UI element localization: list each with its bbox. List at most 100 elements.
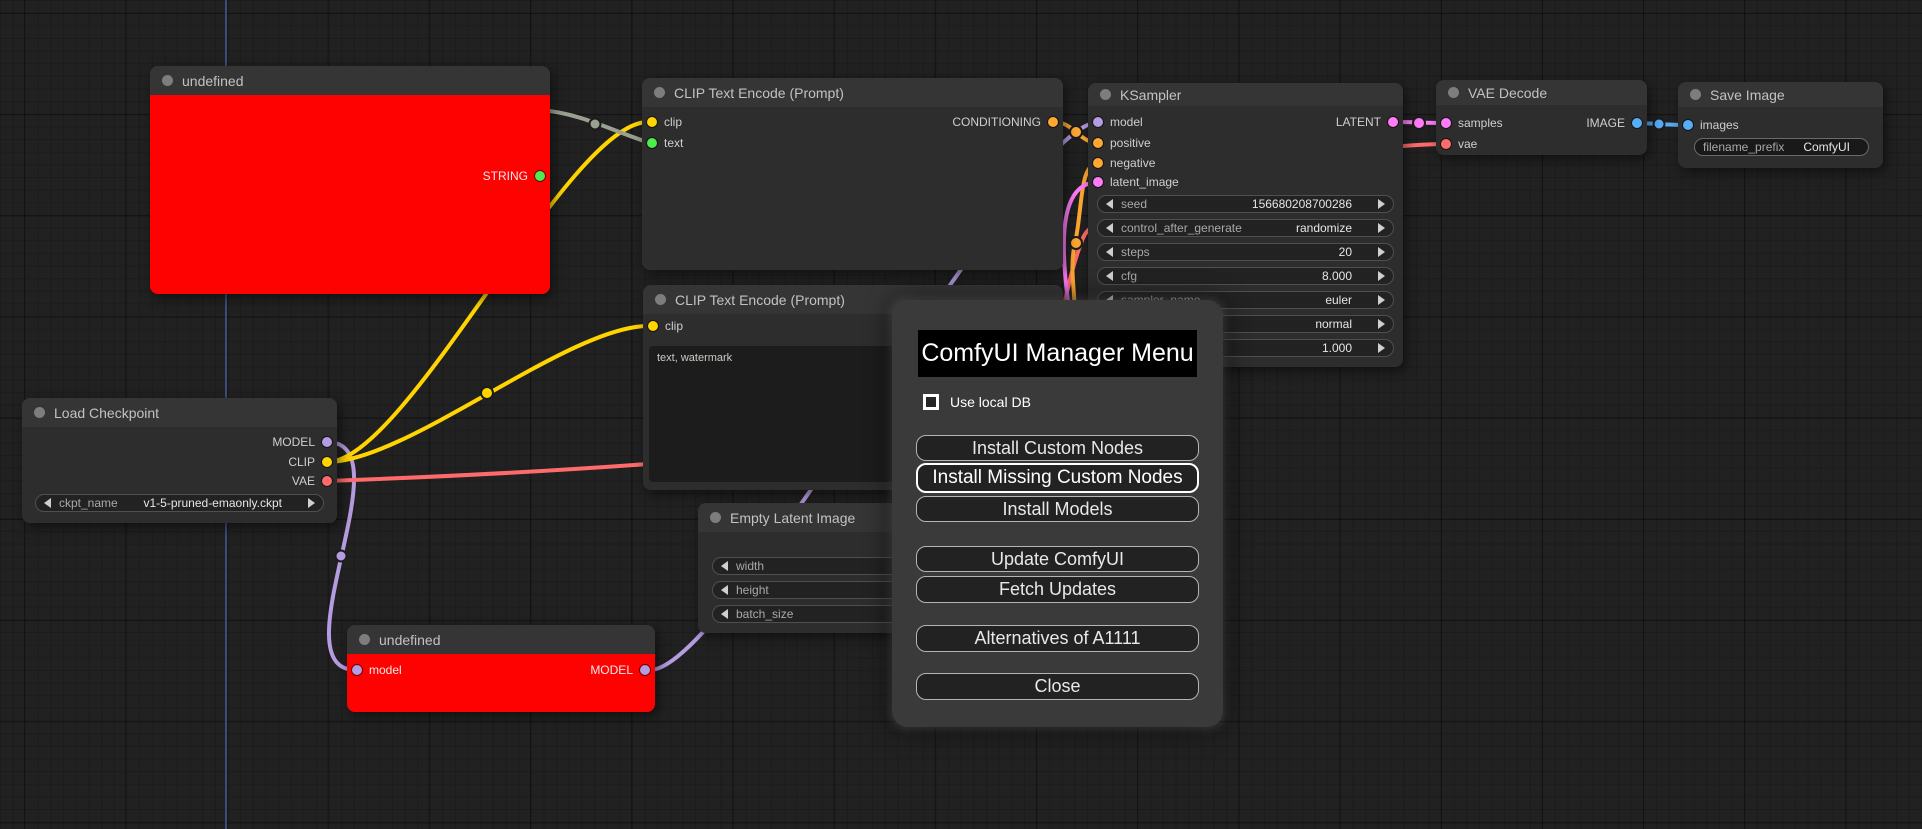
node-header[interactable]: CLIP Text Encode (Prompt) [642,78,1063,107]
collapse-dot-icon[interactable] [1690,89,1701,100]
node-load-checkpoint[interactable]: Load Checkpoint MODEL CLIP VAE ckpt_name… [22,398,337,523]
collapse-dot-icon[interactable] [1448,87,1459,98]
output-string[interactable]: STRING [483,169,545,183]
increment-arrow-icon[interactable] [1378,199,1385,209]
vae-port-icon[interactable] [1441,139,1451,149]
node-header[interactable]: KSampler [1088,83,1403,106]
conditioning-port-icon[interactable] [1093,138,1103,148]
output-model[interactable]: MODEL [590,663,650,677]
collapse-dot-icon[interactable] [1100,89,1111,100]
latent-port-icon[interactable] [1441,118,1451,128]
string-port-icon[interactable] [647,138,657,148]
node-header[interactable]: undefined [347,625,655,654]
reroute-dot-cond-positive[interactable] [1069,125,1083,139]
model-port-icon[interactable] [640,665,650,675]
seed-widget[interactable]: seed 156680208700286 [1097,195,1394,213]
collapse-dot-icon[interactable] [359,634,370,645]
fetch-updates-button[interactable]: Fetch Updates [916,576,1199,603]
cfg-widget[interactable]: cfg 8.000 [1097,267,1394,285]
string-port-icon[interactable] [535,171,545,181]
node-undefined-bottom[interactable]: undefined model MODEL [347,625,655,712]
input-model[interactable]: model [352,663,402,677]
previous-arrow-icon[interactable] [44,498,51,508]
reroute-dot-latent[interactable] [1412,116,1426,130]
collapse-dot-icon[interactable] [655,294,666,305]
reroute-dot-cond-negative[interactable] [1069,236,1083,250]
node-title: CLIP Text Encode (Prompt) [675,291,845,308]
install-missing-custom-nodes-button[interactable]: Install Missing Custom Nodes [916,463,1199,493]
output-latent[interactable]: LATENT [1336,115,1398,129]
input-clip[interactable]: clip [648,319,683,333]
input-images[interactable]: images [1683,118,1739,132]
collapse-dot-icon[interactable] [162,75,173,86]
steps-widget[interactable]: steps 20 [1097,243,1394,261]
increment-arrow-icon[interactable] [1378,271,1385,281]
clip-port-icon[interactable] [647,117,657,127]
input-clip[interactable]: clip [647,115,682,129]
input-latent-image[interactable]: latent_image [1093,175,1179,189]
increment-arrow-icon[interactable] [1378,343,1385,353]
vae-port-icon[interactable] [322,476,332,486]
input-text[interactable]: text [647,136,683,150]
node-undefined-top[interactable]: undefined STRING [150,66,550,294]
node-header[interactable]: Load Checkpoint [22,398,337,427]
output-clip[interactable]: CLIP [288,455,332,469]
clip-port-icon[interactable] [648,321,658,331]
output-model[interactable]: MODEL [272,435,332,449]
node-header[interactable]: VAE Decode [1436,80,1647,105]
decrement-arrow-icon[interactable] [1106,199,1113,209]
collapse-dot-icon[interactable] [654,87,665,98]
model-port-icon[interactable] [352,665,362,675]
output-image[interactable]: IMAGE [1586,116,1642,130]
image-port-icon[interactable] [1632,118,1642,128]
install-custom-nodes-button[interactable]: Install Custom Nodes [916,435,1199,461]
clip-port-icon[interactable] [322,457,332,467]
decrement-arrow-icon[interactable] [1106,271,1113,281]
node-header[interactable]: Save Image [1678,82,1883,107]
alternatives-of-a1111-button[interactable]: Alternatives of A1111 [916,625,1199,652]
input-model[interactable]: model [1093,115,1143,129]
reroute-dot-image[interactable] [1652,117,1666,131]
latent-port-icon[interactable] [1093,177,1103,187]
increment-arrow-icon[interactable] [1378,247,1385,257]
input-positive[interactable]: positive [1093,136,1151,150]
reroute-dot-model[interactable] [334,549,348,563]
node-graph-canvas[interactable]: undefined STRING CLIP Text Encode (Promp… [0,0,1922,829]
next-arrow-icon[interactable] [1378,295,1385,305]
latent-port-icon[interactable] [1388,117,1398,127]
image-port-icon[interactable] [1683,120,1693,130]
next-arrow-icon[interactable] [1378,319,1385,329]
model-port-icon[interactable] [1093,117,1103,127]
next-arrow-icon[interactable] [1378,223,1385,233]
control-after-generate-widget[interactable]: control_after_generate randomize [1097,219,1394,237]
conditioning-port-icon[interactable] [1093,158,1103,168]
next-arrow-icon[interactable] [308,498,315,508]
output-conditioning[interactable]: CONDITIONING [952,115,1058,129]
ckpt-name-widget[interactable]: ckpt_name v1-5-pruned-emaonly.ckpt [35,494,324,512]
input-negative[interactable]: negative [1093,156,1155,170]
decrement-arrow-icon[interactable] [1106,247,1113,257]
node-vae-decode[interactable]: VAE Decode samples vae IMAGE [1436,80,1647,155]
input-vae[interactable]: vae [1441,137,1477,151]
output-vae[interactable]: VAE [292,474,332,488]
decrement-arrow-icon[interactable] [721,561,728,571]
collapse-dot-icon[interactable] [710,512,721,523]
model-port-icon[interactable] [322,437,332,447]
update-comfyui-button[interactable]: Update ComfyUI [916,546,1199,572]
use-local-db-row[interactable]: Use local DB [923,394,1031,410]
use-local-db-checkbox[interactable] [923,394,939,410]
node-header[interactable]: undefined [150,66,550,95]
decrement-arrow-icon[interactable] [721,585,728,595]
filename-prefix-widget[interactable]: filename_prefix ComfyUI [1694,138,1869,156]
conditioning-port-icon[interactable] [1048,117,1058,127]
previous-arrow-icon[interactable] [1106,223,1113,233]
close-button[interactable]: Close [916,673,1199,700]
install-models-button[interactable]: Install Models [916,496,1199,522]
decrement-arrow-icon[interactable] [721,609,728,619]
node-save-image[interactable]: Save Image images filename_prefix ComfyU… [1678,82,1883,168]
node-clip-text-encode-1[interactable]: CLIP Text Encode (Prompt) clip text COND… [642,78,1063,270]
reroute-dot-string[interactable] [588,117,602,131]
reroute-dot-clip[interactable] [480,386,494,400]
input-samples[interactable]: samples [1441,116,1503,130]
collapse-dot-icon[interactable] [34,407,45,418]
